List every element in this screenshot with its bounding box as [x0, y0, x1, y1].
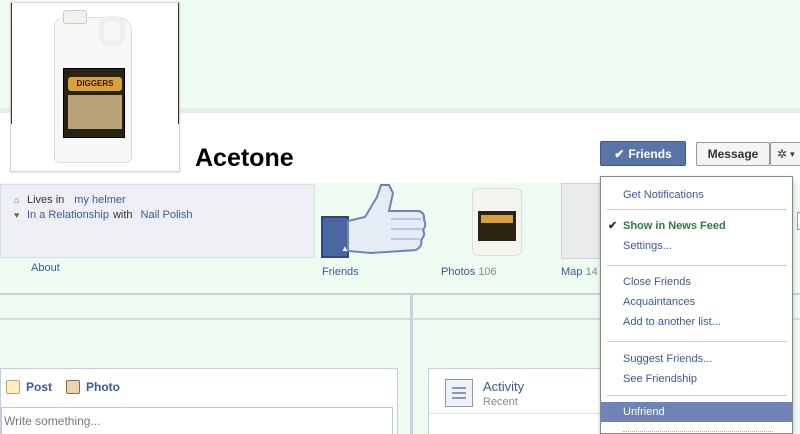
tab-photo-label: Photo	[86, 380, 121, 394]
menu-see-friendship[interactable]: See Friendship	[601, 369, 792, 389]
map-label: Map	[561, 266, 583, 278]
friends-dropdown-menu: Get Notifications ✔ Show in News Feed Se…	[600, 176, 793, 434]
activity-box: Activity Recent	[428, 368, 609, 434]
acetone-bottle-image: DIGGERS	[54, 10, 132, 163]
photos-thumb-label	[478, 211, 516, 241]
menu-show-in-news-feed-label: Show in News Feed	[623, 220, 726, 232]
activity-divider	[429, 413, 609, 414]
like-thumb-icon[interactable]: ▲	[321, 183, 427, 259]
menu-settings[interactable]: Settings...	[601, 236, 792, 256]
menu-show-in-news-feed[interactable]: ✔ Show in News Feed	[601, 216, 792, 236]
menu-unfriend[interactable]: Unfriend	[601, 402, 792, 422]
menu-separator	[607, 341, 787, 342]
svg-text:▲: ▲	[341, 244, 349, 253]
check-icon: ✔	[614, 146, 625, 161]
about-link[interactable]: About	[31, 262, 60, 274]
post-composer: Post Photo Write something...	[0, 368, 398, 434]
bottle-cap	[63, 10, 87, 24]
relationship-with: with	[112, 209, 133, 221]
menu-separator	[607, 395, 787, 396]
write-something-input[interactable]: Write something...	[1, 407, 393, 434]
menu-close-friends[interactable]: Close Friends	[601, 272, 792, 292]
photos-label: Photos	[441, 266, 476, 278]
app-photos-label[interactable]: Photos 106	[441, 266, 497, 278]
tab-post[interactable]: Post	[6, 380, 52, 394]
map-count: 14	[585, 266, 598, 278]
menu-separator	[607, 265, 787, 266]
tab-post-label: Post	[26, 380, 53, 394]
composer-tabs: Post Photo	[1, 369, 399, 405]
photos-count: 106	[478, 266, 497, 278]
pencil-note-icon	[6, 380, 20, 394]
bottle-label: DIGGERS	[63, 68, 125, 138]
menu-add-to-another-list[interactable]: Add to another list...	[601, 312, 792, 332]
bottle-label-scene	[68, 95, 122, 129]
partner-link[interactable]: Nail Polish	[141, 209, 193, 221]
activity-title[interactable]: Activity	[483, 379, 524, 394]
message-button[interactable]: Message	[696, 142, 770, 166]
profile-name[interactable]: Acetone	[195, 144, 294, 173]
gear-menu-button[interactable]: ✲ ▾	[770, 142, 800, 166]
heart-icon: ♥	[14, 209, 20, 220]
app-friends-label[interactable]: Friends	[322, 266, 359, 278]
menu-separator	[607, 209, 787, 210]
menu-acquaintances[interactable]: Acquaintances	[601, 292, 792, 312]
friends-button[interactable]: ✔ Friends	[600, 141, 686, 166]
photos-thumb-brand	[481, 215, 513, 223]
gear-icon: ✲	[777, 147, 788, 161]
tab-photo[interactable]: Photo	[66, 380, 120, 394]
profile-picture[interactable]: DIGGERS	[10, 2, 180, 172]
house-icon: ⌂	[14, 194, 20, 205]
app-map-label[interactable]: Map 14	[561, 266, 598, 278]
timeline-spine	[410, 295, 413, 434]
menu-suggest-friends[interactable]: Suggest Friends...	[601, 349, 792, 369]
map-thumbnail[interactable]	[561, 183, 601, 259]
relationship-link[interactable]: In a Relationship	[27, 209, 109, 221]
photos-thumbnail[interactable]	[472, 188, 522, 256]
menu-get-notifications[interactable]: Get Notifications	[601, 185, 792, 205]
chevron-down-icon: ▾	[790, 148, 795, 159]
bottle-brand-text: DIGGERS	[68, 77, 122, 91]
lives-in-link[interactable]: my helmer	[74, 194, 125, 206]
message-button-label: Message	[707, 147, 759, 161]
lives-in-label: Lives in	[27, 194, 65, 206]
check-icon: ✔	[608, 220, 618, 232]
photo-icon	[66, 380, 81, 394]
activity-subtitle: Recent	[483, 396, 518, 408]
lives-in-row: ⌂ Lives in my helmer	[14, 194, 126, 206]
relationship-row: ♥ In a Relationship with Nail Polish	[14, 209, 192, 221]
activity-list-icon	[445, 379, 473, 407]
bottle-handle	[99, 16, 125, 46]
friends-button-label: Friends	[628, 146, 672, 161]
